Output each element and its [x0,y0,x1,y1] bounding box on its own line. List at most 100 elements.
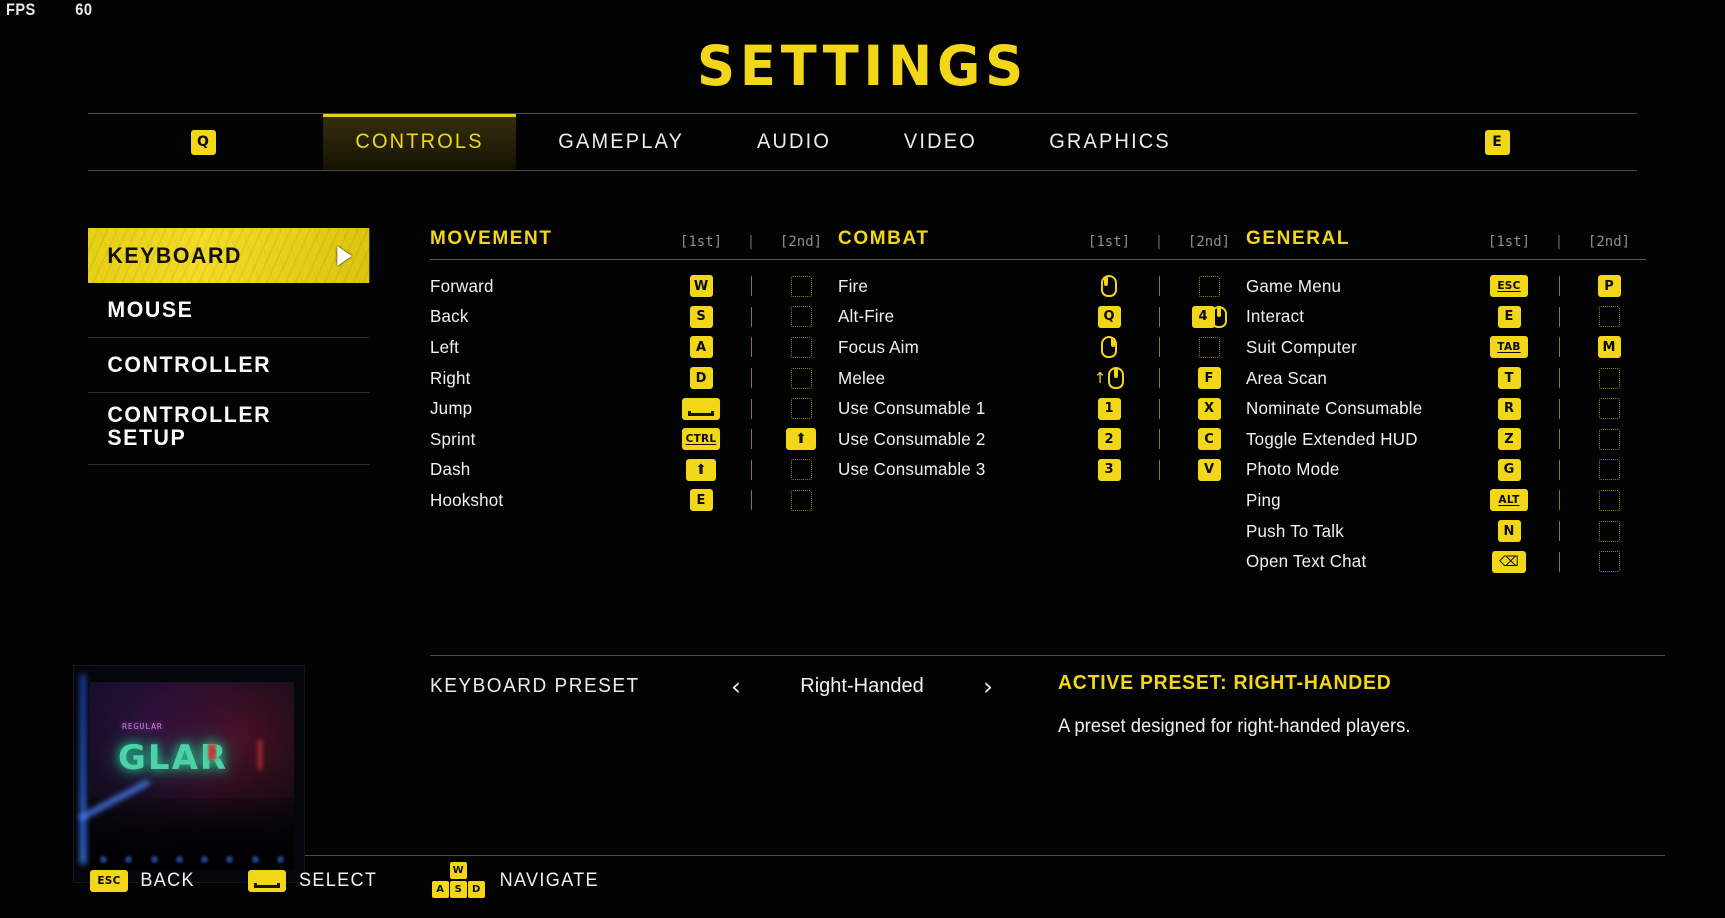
tab-controls[interactable]: CONTROLS [323,114,516,170]
keybinding-row[interactable]: Open Text Chat⌫ [1246,546,1646,577]
binding-slot-secondary[interactable] [764,306,838,327]
empty-binding-slot[interactable] [791,368,812,389]
binding-slot-secondary[interactable] [764,459,838,480]
footer-hint-back[interactable]: ESCBACK [90,870,196,892]
keybinding-row[interactable]: RightD [430,363,838,394]
empty-binding-slot[interactable] [791,459,812,480]
empty-binding-slot[interactable] [1599,429,1620,450]
keybinding-row[interactable]: Area ScanT [1246,363,1646,394]
binding-slot-primary[interactable]: A [664,336,738,358]
binding-slot-primary[interactable] [1072,336,1146,358]
binding-slot-secondary[interactable] [1572,490,1646,511]
binding-slot-primary[interactable]: E [664,489,738,511]
keybinding-row[interactable]: InteractE [1246,302,1646,333]
binding-slot-primary[interactable]: N [1472,520,1546,542]
empty-binding-slot[interactable] [1199,276,1220,297]
empty-binding-slot[interactable] [791,306,812,327]
binding-slot-primary[interactable]: 2 [1072,428,1146,450]
empty-binding-slot[interactable] [1599,459,1620,480]
footer-hint-select[interactable]: SELECT [248,870,379,892]
binding-slot-secondary[interactable]: P [1572,275,1646,297]
keybinding-row[interactable]: Use Consumable 22C [838,424,1246,455]
empty-binding-slot[interactable] [1599,551,1620,572]
binding-slot-primary[interactable]: S [664,306,738,328]
empty-binding-slot[interactable] [1199,337,1220,358]
keybinding-row[interactable]: Jump [430,393,838,424]
binding-slot-primary[interactable]: Z [1472,428,1546,450]
preset-value[interactable]: Right-Handed [762,675,962,698]
keybinding-row[interactable]: Push To TalkN [1246,516,1646,547]
empty-binding-slot[interactable] [1599,490,1620,511]
binding-slot-primary[interactable]: ⌫ [1472,551,1546,573]
keybinding-row[interactable]: Nominate ConsumableR [1246,393,1646,424]
binding-slot-secondary[interactable] [1572,551,1646,572]
empty-binding-slot[interactable] [791,398,812,419]
binding-slot-primary[interactable]: E [1472,306,1546,328]
binding-slot-primary[interactable]: ALT [1472,489,1546,511]
binding-slot-primary[interactable]: G [1472,459,1546,481]
binding-slot-primary[interactable]: 1 [1072,398,1146,420]
keybinding-row[interactable]: SprintCTRL⬆ [430,424,838,455]
binding-slot-secondary[interactable] [764,276,838,297]
tab-graphics[interactable]: GRAPHICS [1017,114,1203,170]
binding-slot-secondary[interactable] [1172,276,1246,297]
keybinding-row[interactable]: Melee↑F [838,363,1246,394]
binding-slot-secondary[interactable]: ⬆ [764,428,838,450]
keybinding-row[interactable]: Fire [838,271,1246,302]
binding-slot-secondary[interactable] [1172,337,1246,358]
binding-slot-primary[interactable]: W [664,275,738,297]
binding-slot-primary[interactable]: ESC [1472,275,1546,297]
empty-binding-slot[interactable] [1599,398,1620,419]
sidebar-item-keyboard[interactable]: KEYBOARD [88,228,369,283]
empty-binding-slot[interactable] [791,490,812,511]
keybinding-row[interactable]: BackS [430,302,838,333]
sidebar-item-mouse[interactable]: MOUSE [88,283,369,338]
tab-gameplay[interactable]: GAMEPLAY [526,114,716,170]
keybinding-row[interactable]: HookshotE [430,485,838,516]
binding-slot-secondary[interactable] [764,490,838,511]
keybinding-row[interactable]: Suit ComputerTABM [1246,332,1646,363]
preset-next-button[interactable]: › [962,672,1014,701]
binding-slot-primary[interactable]: Q [1072,306,1146,328]
keybinding-row[interactable]: PingALT [1246,485,1646,516]
keybinding-row[interactable]: Use Consumable 33V [838,455,1246,486]
binding-slot-secondary[interactable]: 4 [1172,306,1246,328]
binding-slot-primary[interactable]: ⬆ [664,459,738,481]
binding-slot-secondary[interactable]: V [1172,459,1246,481]
binding-slot-primary[interactable]: TAB [1472,336,1546,358]
binding-slot-primary[interactable] [1072,275,1146,297]
keybinding-row[interactable]: Alt-FireQ4 [838,302,1246,333]
keybinding-row[interactable]: LeftA [430,332,838,363]
keybinding-row[interactable]: Toggle Extended HUDZ [1246,424,1646,455]
binding-slot-secondary[interactable]: X [1172,398,1246,420]
binding-slot-primary[interactable]: D [664,367,738,389]
binding-slot-secondary[interactable] [1572,521,1646,542]
binding-slot-secondary[interactable]: M [1572,336,1646,358]
binding-slot-secondary[interactable] [764,368,838,389]
empty-binding-slot[interactable] [791,337,812,358]
binding-slot-secondary[interactable] [1572,398,1646,419]
binding-slot-primary[interactable]: CTRL [664,428,738,450]
footer-hint-navigate[interactable]: WASDNAVIGATE [432,862,601,900]
empty-binding-slot[interactable] [1599,521,1620,542]
tab-audio[interactable]: AUDIO [725,114,864,170]
tab-video[interactable]: VIDEO [871,114,1009,170]
empty-binding-slot[interactable] [1599,306,1620,327]
binding-slot-primary[interactable]: R [1472,398,1546,420]
preset-prev-button[interactable]: ‹ [710,672,762,701]
binding-slot-secondary[interactable] [1572,368,1646,389]
binding-slot-secondary[interactable] [1572,306,1646,327]
binding-slot-secondary[interactable] [764,337,838,358]
empty-binding-slot[interactable] [791,276,812,297]
binding-slot-primary[interactable]: T [1472,367,1546,389]
keybinding-row[interactable]: Focus Aim [838,332,1246,363]
keybinding-row[interactable]: ForwardW [430,271,838,302]
binding-slot-primary[interactable]: 3 [1072,459,1146,481]
binding-slot-secondary[interactable] [764,398,838,419]
binding-slot-secondary[interactable]: F [1172,367,1246,389]
keybinding-row[interactable]: Use Consumable 11X [838,393,1246,424]
binding-slot-secondary[interactable]: C [1172,428,1246,450]
binding-slot-secondary[interactable] [1572,459,1646,480]
sidebar-item-controller-setup[interactable]: CONTROLLER SETUP [88,393,369,465]
binding-slot-primary[interactable]: ↑ [1072,367,1146,389]
